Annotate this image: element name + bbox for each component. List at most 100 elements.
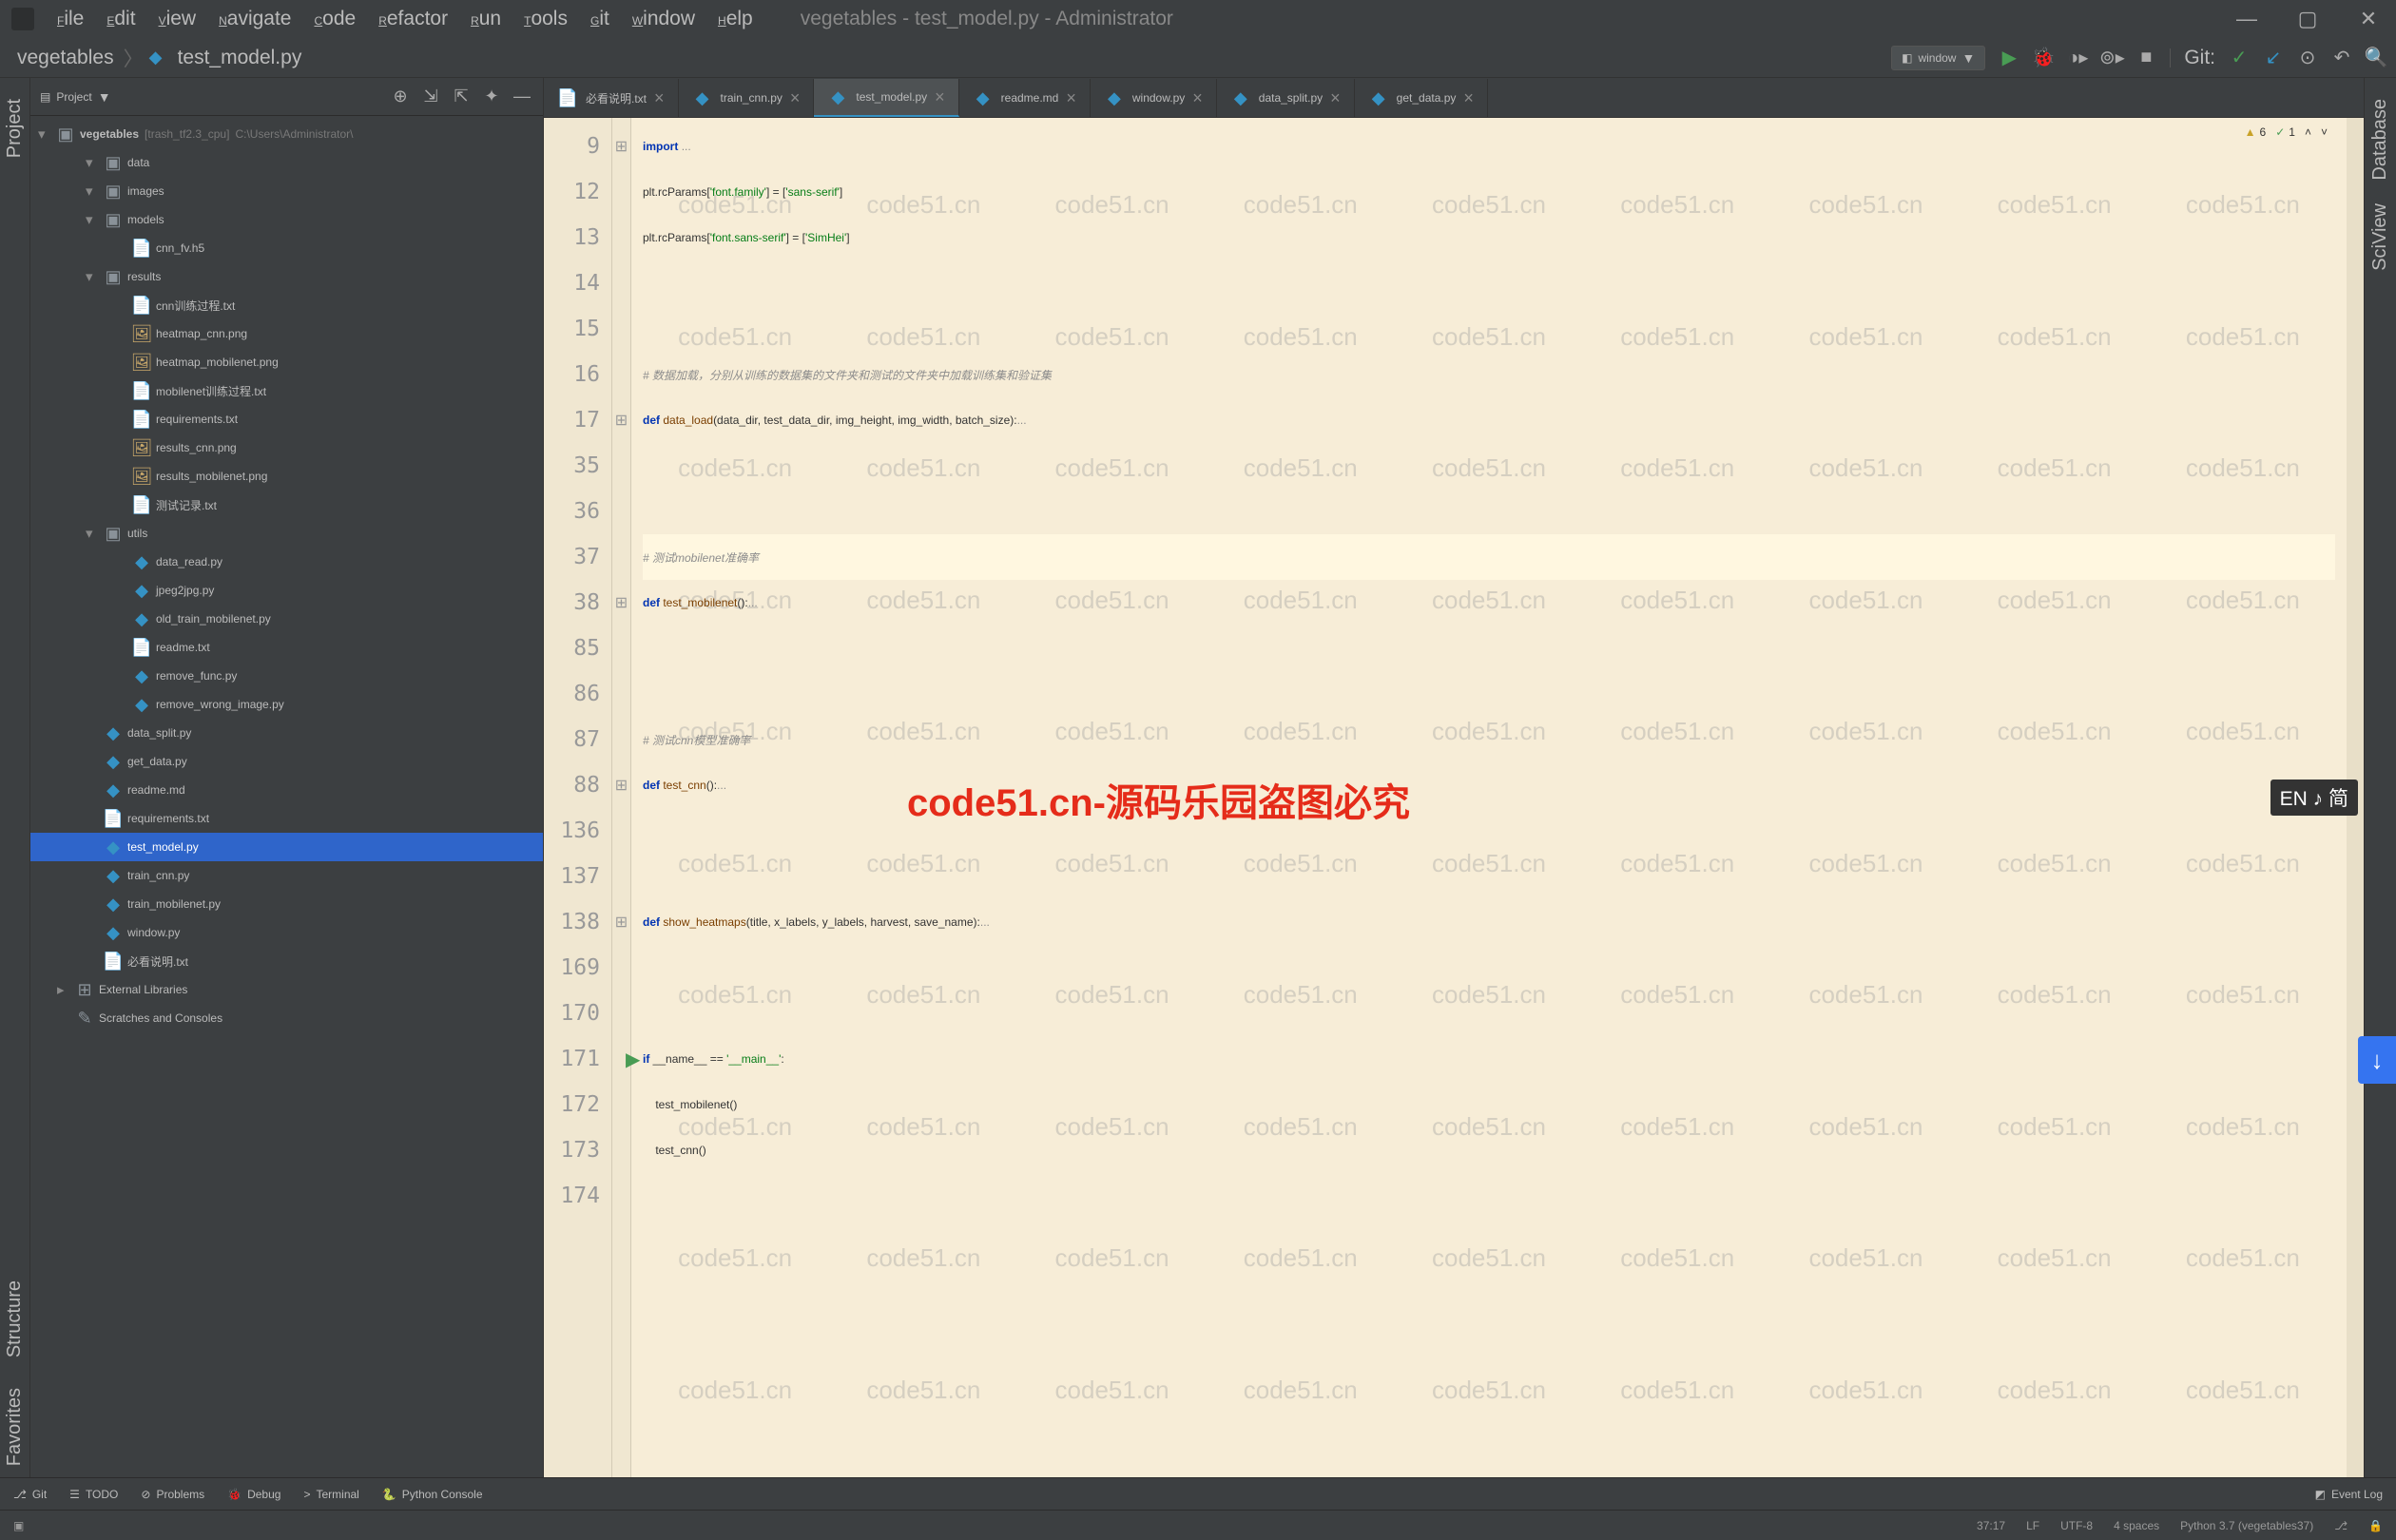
fold-marker[interactable] [612,215,630,260]
menu-view[interactable]: View [149,4,206,34]
tree-row[interactable]: 📄requirements.txt [30,804,543,833]
fold-marker[interactable]: ⊞ [612,899,630,945]
line-number[interactable]: 38 [544,580,611,626]
fold-marker[interactable] [612,808,630,854]
code-line[interactable]: def test_cnn():... [643,762,2335,808]
code-line[interactable]: test_cnn() [643,1127,2335,1173]
fold-marker[interactable] [612,1082,630,1127]
fold-marker[interactable] [612,169,630,215]
git-branch-icon[interactable]: ⎇ [2334,1519,2348,1532]
code-line[interactable]: def data_load(data_dir, test_data_dir, i… [643,397,2335,443]
tree-row[interactable]: 📄测试记录.txt [30,491,543,519]
tree-root[interactable]: ▾ ▣ vegetables [trash_tf2.3_cpu] C:\User… [30,120,543,148]
close-tab-icon[interactable]: × [1066,88,1076,108]
tool-todo[interactable]: ☰TODO [69,1488,118,1501]
tool-window-icon[interactable]: ▣ [13,1519,24,1532]
file-encoding[interactable]: UTF-8 [2060,1519,2093,1532]
code-line[interactable] [643,945,2335,991]
menu-navigate[interactable]: Navigate [209,4,300,34]
code-line[interactable]: def show_heatmaps(title, x_labels, y_lab… [643,899,2335,945]
fold-marker[interactable] [612,489,630,534]
tree-row[interactable]: 🖼heatmap_mobilenet.png [30,348,543,376]
menu-file[interactable]: File [48,4,93,34]
code-line[interactable] [643,991,2335,1036]
tree-row[interactable]: ◆train_cnn.py [30,861,543,890]
code-line[interactable] [643,671,2335,717]
tree-row[interactable]: ▾▣utils [30,519,543,548]
tool-debug[interactable]: 🐞Debug [227,1488,280,1501]
code-line[interactable]: # 测试mobilenet准确率 [643,534,2335,580]
fold-marker[interactable] [612,352,630,397]
tree-row[interactable]: ▾▣data [30,148,543,177]
run-button[interactable]: ▶ [1999,48,2019,68]
fold-marker[interactable] [612,1127,630,1173]
line-number[interactable]: 15 [544,306,611,352]
fold-marker[interactable] [612,854,630,899]
tool-problems[interactable]: ⊘Problems [141,1488,204,1501]
line-number[interactable]: 35 [544,443,611,489]
code-line[interactable] [643,854,2335,899]
line-number[interactable]: 17 [544,397,611,443]
line-number[interactable]: 85 [544,626,611,671]
coverage-button[interactable]: ◑▸ [2067,48,2088,68]
select-opened-icon[interactable]: ⊕ [389,87,412,106]
tree-row[interactable]: ◆data_split.py [30,719,543,747]
editor-tab[interactable]: 📄必看说明.txt× [544,79,679,117]
expand-all-icon[interactable]: ⇲ [419,87,442,106]
close-tab-icon[interactable]: × [935,87,945,107]
breadcrumb-item[interactable]: test_model.py [170,43,310,73]
tree-row[interactable]: 📄必看说明.txt [30,947,543,975]
tree-row[interactable]: 📄requirements.txt [30,405,543,433]
code-line[interactable] [643,808,2335,854]
run-gutter-icon[interactable]: ▶ [626,1048,640,1071]
fold-marker[interactable] [612,991,630,1036]
code-line[interactable] [643,626,2335,671]
sciview-tool-tab[interactable]: SciView [2366,192,2395,282]
menu-git[interactable]: Git [581,4,619,34]
download-arrow-icon[interactable]: ↓ [2358,1036,2396,1084]
fold-marker[interactable]: ⊞ [612,397,630,443]
git-revert-button[interactable]: ↶ [2331,48,2352,68]
hide-panel-icon[interactable]: — [511,87,533,106]
code-line[interactable] [643,1173,2335,1219]
tool-terminal[interactable]: >Terminal [303,1488,358,1501]
line-number[interactable]: 87 [544,717,611,762]
debug-button[interactable]: 🐞 [2033,48,2054,68]
tree-row[interactable]: ▾▣models [30,205,543,234]
code-line[interactable] [643,443,2335,489]
line-number[interactable]: 137 [544,854,611,899]
menu-edit[interactable]: Edit [97,4,145,34]
database-tool-tab[interactable]: Database [2366,87,2395,192]
caret-position[interactable]: 37:17 [1977,1519,2005,1532]
structure-tool-tab[interactable]: Structure [0,1269,29,1369]
fold-marker[interactable] [612,671,630,717]
editor[interactable]: 9121314151617353637388586878813613713816… [544,118,2364,1477]
code-area[interactable]: code51.cncode51.cncode51.cncode51.cncode… [631,118,2347,1477]
fold-marker[interactable] [612,1173,630,1219]
minimize-button[interactable]: — [2231,3,2263,35]
tree-row[interactable]: 🖼results_cnn.png [30,433,543,462]
close-tab-icon[interactable]: × [1330,88,1341,108]
tree-row[interactable]: ◆test_model.py [30,833,543,861]
profile-button[interactable]: ⊚▸ [2101,48,2122,68]
tool-git[interactable]: ⎇Git [13,1488,47,1501]
fold-marker[interactable] [612,717,630,762]
search-button[interactable]: 🔍 [2366,48,2386,68]
line-number[interactable]: 88 [544,762,611,808]
maximize-button[interactable]: ▢ [2291,3,2324,35]
tree-row[interactable]: 📄cnn_fv.h5 [30,234,543,262]
line-number[interactable]: 13 [544,215,611,260]
project-panel-title[interactable]: ▤Project▼ [40,89,111,105]
menu-refactor[interactable]: Refactor [369,4,457,34]
tree-row[interactable]: ◆jpeg2jpg.py [30,576,543,605]
lock-icon[interactable]: 🔒 [2368,1519,2383,1532]
fold-marker[interactable]: ⊞ [612,124,630,169]
line-number[interactable]: 36 [544,489,611,534]
tree-row[interactable]: 📄mobilenet训练过程.txt [30,376,543,405]
line-number[interactable]: 169 [544,945,611,991]
line-separator[interactable]: LF [2026,1519,2039,1532]
run-config-selector[interactable]: ◧ window ▼ [1891,46,1985,70]
settings-icon[interactable]: ✦ [480,87,503,106]
git-history-button[interactable]: ⊙ [2297,48,2318,68]
code-line[interactable] [643,489,2335,534]
